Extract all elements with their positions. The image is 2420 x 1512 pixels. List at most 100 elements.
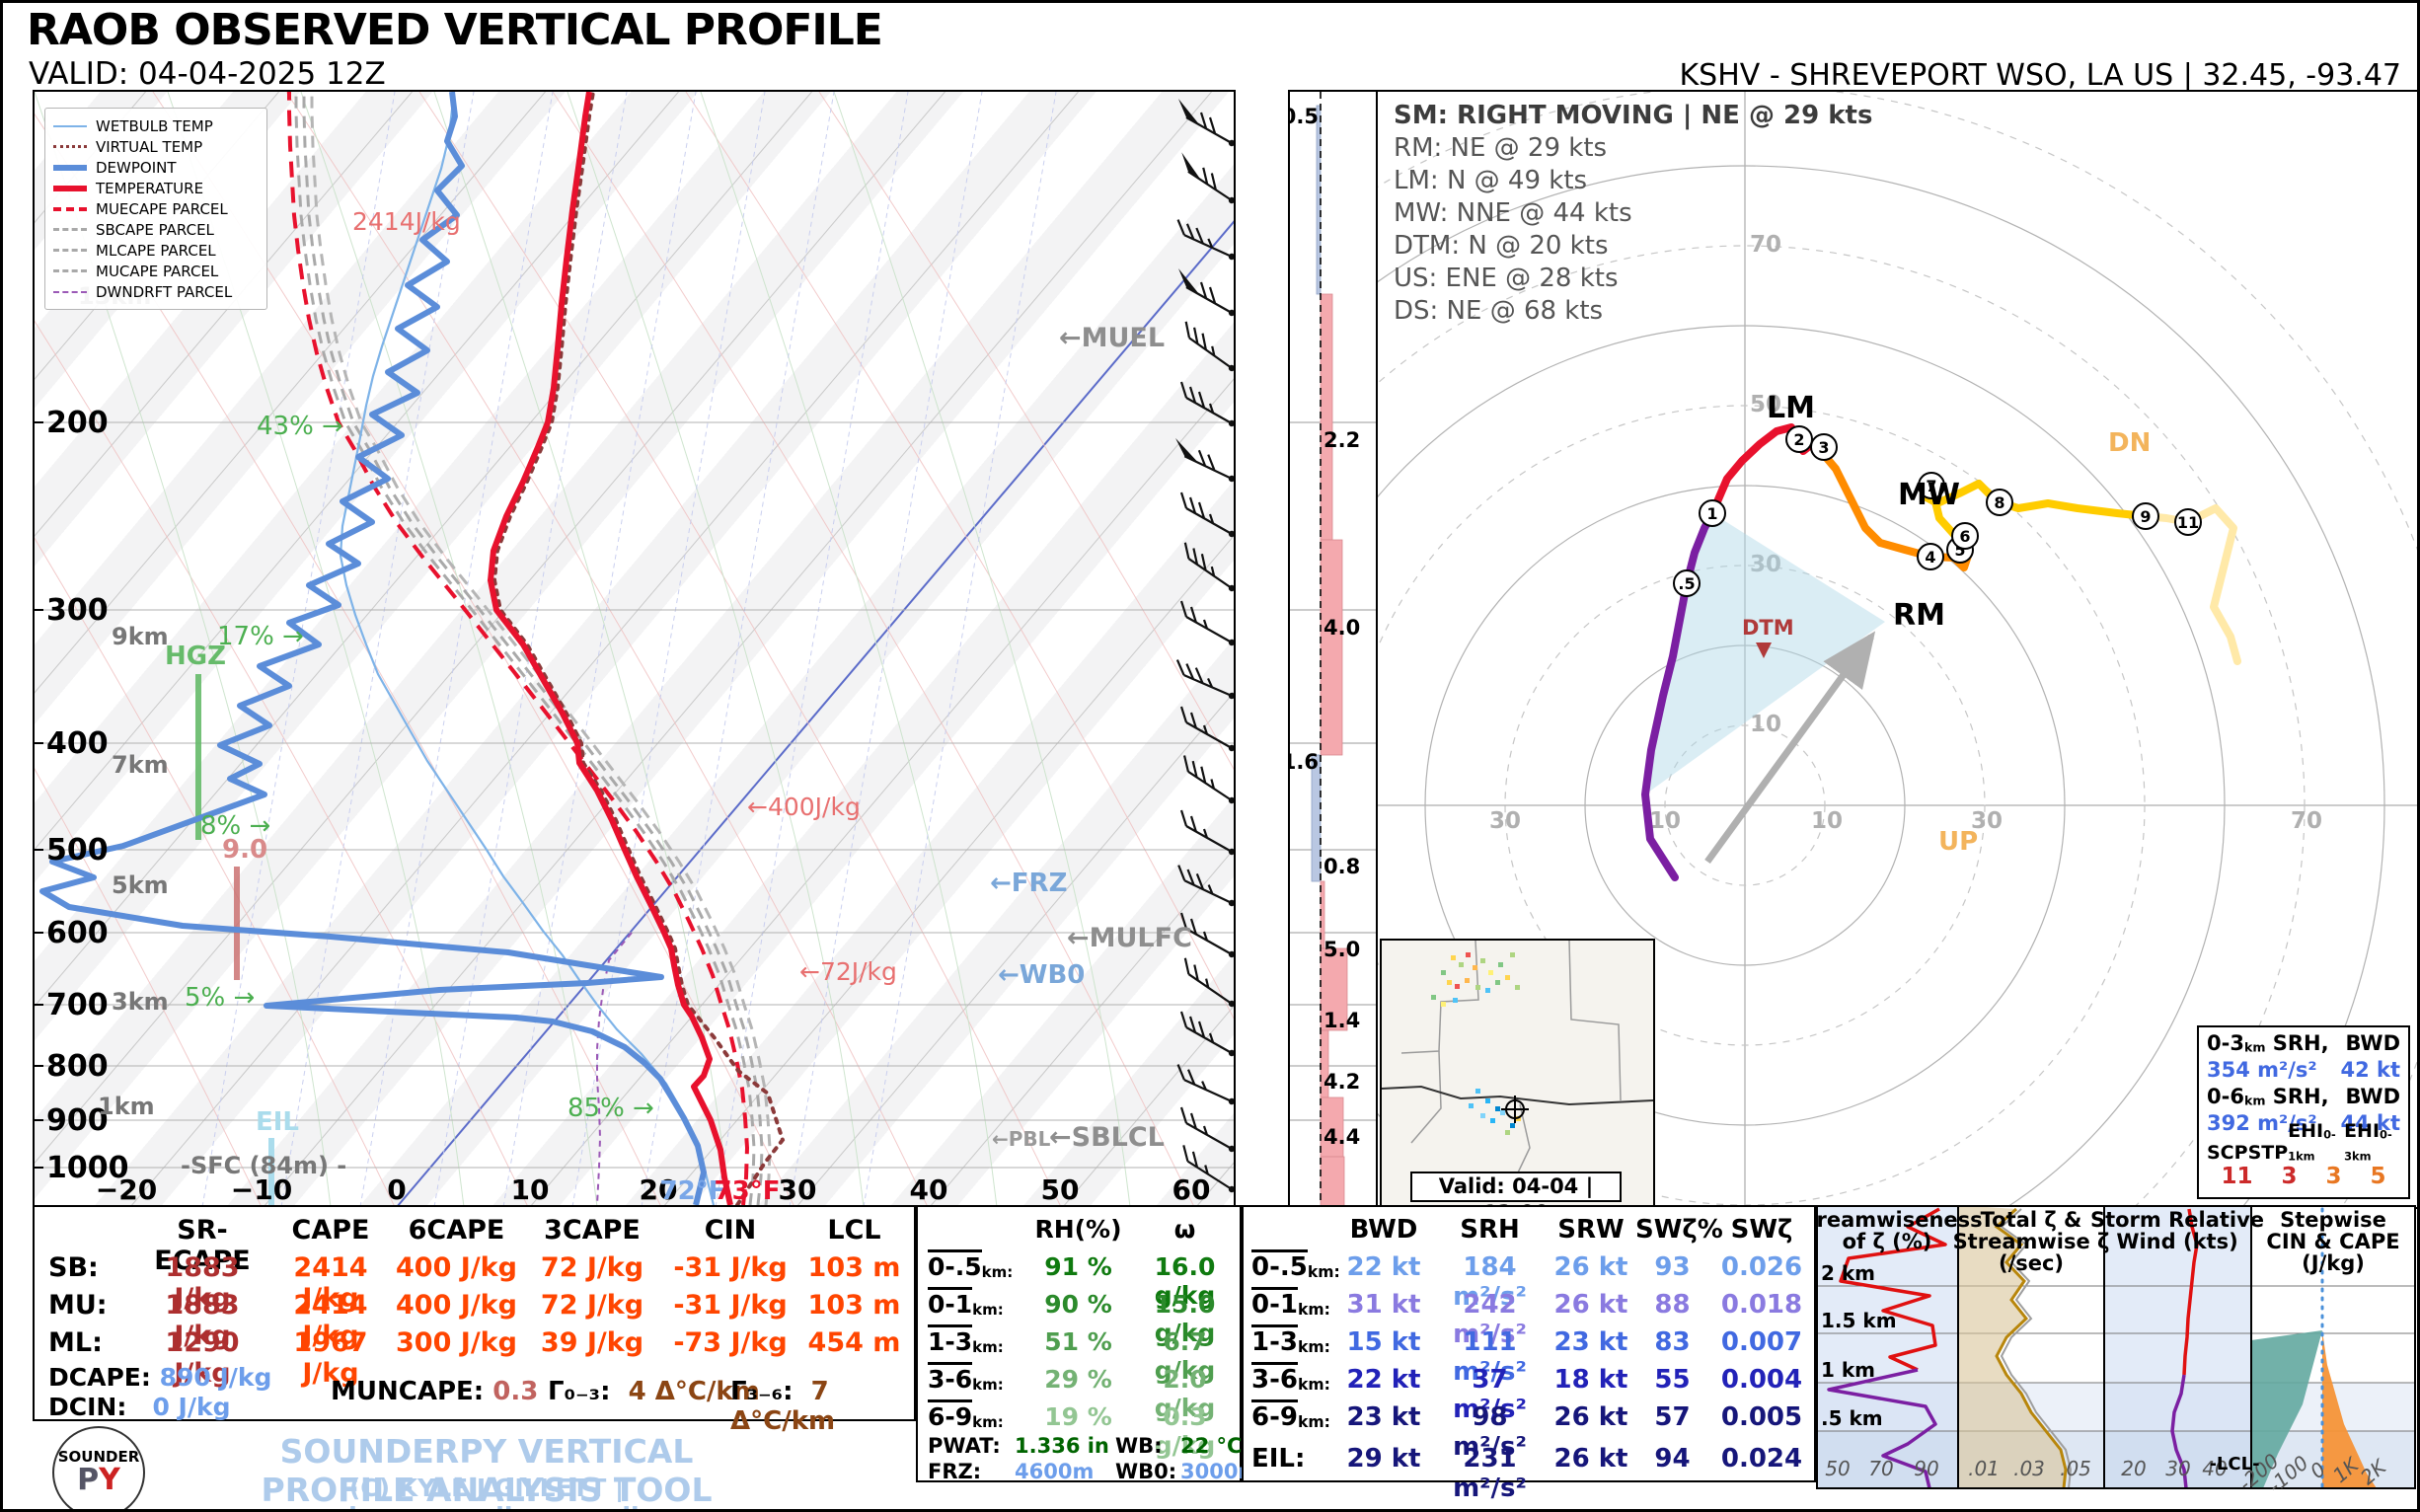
footer-credit: (C) KYLE J GILLETT | sounderpysoundings.… — [272, 1474, 700, 1509]
svg-text:1 km: 1 km — [1821, 1358, 1875, 1382]
svg-text:300: 300 — [46, 593, 109, 628]
hodograph-panel: 10 30 50 70 30 10 10 30 70 .5 1 2 3 4 5 … — [1376, 90, 2417, 1209]
svg-text:4.4: 4.4 — [1323, 1125, 1360, 1149]
legend-item: MUECAPE PARCEL — [53, 198, 259, 219]
svg-text:70: 70 — [1868, 1457, 1893, 1480]
storm-motion-text: SM: RIGHT MOVING | NE @ 29 kts RM: NE @ … — [1394, 101, 1873, 326]
svg-text:(/sec): (/sec) — [1999, 1251, 2064, 1275]
svg-text:CIN & CAPE: CIN & CAPE — [2266, 1230, 2399, 1253]
zero-isotherm — [396, 220, 1234, 1207]
svg-text:1km: 1km — [98, 1093, 155, 1120]
svg-text:5% →: 5% → — [185, 983, 255, 1013]
legend-item: TEMPERATURE — [53, 178, 259, 198]
sounderpy-figure: RAOB OBSERVED VERTICAL PROFILE VALID: 04… — [0, 0, 2420, 1512]
shear-table: BWD SRH SRW SWζ% SWζ 0-.5km: 22 kt 184 m²/s… — [1242, 1205, 1816, 1503]
svg-text:3: 3 — [1818, 438, 1829, 457]
svg-text:←PBL: ←PBL — [992, 1127, 1051, 1151]
mlcape-line-icon — [53, 249, 87, 252]
svg-text:Stepwise: Stepwise — [2280, 1208, 2386, 1232]
svg-text:43% →: 43% → — [257, 412, 343, 441]
muecape-line-icon — [53, 206, 87, 211]
svg-text:←WB0: ←WB0 — [998, 960, 1085, 990]
radar-echoes — [1431, 952, 1521, 1135]
svg-text:1.5 km: 1.5 km — [1821, 1309, 1897, 1332]
lcl-marker-label: -LCL- — [2209, 1454, 2259, 1474]
svg-text:5.0: 5.0 — [1323, 938, 1360, 961]
skewt-panel: 200 300 400 500 600 700 800 900 1000 −20 −10 … — [33, 90, 1236, 1209]
svg-text:5km: 5km — [112, 871, 169, 899]
radar-map-inset: Valid: 04-04 | 12:00 — [1380, 939, 1655, 1207]
svg-text:-SFC (84m) -: -SFC (84m) - — [181, 1152, 346, 1179]
svg-text:.01: .01 — [1968, 1457, 2000, 1480]
cape-labels: 2414J/kg ←400J/kg ←72J/kg — [352, 207, 897, 986]
svg-text:LM: LM — [1767, 391, 1815, 425]
svg-text:2414J/kg: 2414J/kg — [352, 207, 461, 236]
skewt-legend: WETBULB TEMP VIRTUAL TEMP DEWPOINT TEMPE… — [44, 108, 267, 310]
sounderpy-logo: SOUNDER PY — [52, 1426, 145, 1509]
svg-text:←400J/kg: ←400J/kg — [747, 793, 861, 821]
svg-text:40: 40 — [910, 1173, 948, 1206]
legend-item: VIRTUAL TEMP — [53, 136, 259, 157]
svg-text:Wind (kts): Wind (kts) — [2116, 1230, 2237, 1253]
shear-row-eil: EIL: 29 kt 231 m²/s² 26 kt 94 0.024 — [1251, 1444, 1803, 1503]
svg-text:0.8: 0.8 — [1323, 855, 1360, 878]
srh-summary-box: 0-3km SRH, BWD 354 m²/s² 42 kt 0-6km SRH, B… — [2197, 1025, 2410, 1199]
shear-header-row: BWD SRH SRW SWζ% SWζ — [1349, 1215, 1793, 1245]
lapse-label: 9.0 — [222, 835, 267, 865]
svg-text:70: 70 — [2291, 808, 2322, 834]
dcin-row: DCIN: 0 J/kg — [48, 1393, 231, 1421]
legend-item: DEWPOINT — [53, 157, 259, 178]
svg-text:700: 700 — [46, 988, 109, 1022]
svg-text:400: 400 — [46, 726, 109, 761]
hgz-label: HGZ — [165, 642, 226, 671]
wind-barbs — [1173, 97, 1234, 1194]
frz-row: FRZ: 4600m WB0: 3000m — [928, 1460, 1260, 1483]
svg-text:11: 11 — [2177, 513, 2199, 532]
station-info: KSHV - SHREVEPORT WSO, LA US | 32.45, -9… — [1679, 58, 2402, 93]
svg-text:8: 8 — [1994, 493, 2004, 512]
sbcape-line-icon — [53, 228, 87, 231]
svg-text:30: 30 — [779, 1173, 817, 1206]
layer-bars — [1311, 105, 1348, 1207]
dwndrft-line-icon — [53, 290, 87, 293]
lapse-3-6-stat: Γ₃₋₆: 7 Δ°C/km — [730, 1377, 836, 1436]
svg-text:UP: UP — [1938, 827, 1978, 857]
svg-text:MW: MW — [1898, 478, 1960, 512]
svg-text:Storm Relative: Storm Relative — [2090, 1208, 2264, 1232]
svg-text:60: 60 — [1172, 1173, 1211, 1206]
svg-text:of ζ (%): of ζ (%) — [1843, 1230, 1932, 1253]
thermo-table: SR-ECAPE CAPE 6CAPE 3CAPE CIN LCL SB: 1883 … — [33, 1205, 916, 1436]
svg-text:2: 2 — [1793, 430, 1804, 449]
svg-text:85% →: 85% → — [567, 1094, 654, 1123]
rh-table: RH(%) ω 0-.5km: 91 % 16.0 g/kg 0-1km: 90 %… — [916, 1205, 1259, 1483]
page-title: RAOB OBSERVED VERTICAL PROFILE — [27, 5, 883, 55]
dcape-row: DCAPE: 890 J/kg — [48, 1363, 272, 1392]
legend-item: SBCAPE PARCEL — [53, 219, 259, 240]
legend-item: MUCAPE PARCEL — [53, 261, 259, 281]
svg-text:.5: .5 — [1678, 574, 1695, 593]
svg-text:800: 800 — [46, 1049, 109, 1084]
svg-text:0: 0 — [387, 1173, 406, 1206]
svg-text:600: 600 — [46, 916, 109, 950]
svg-text:.03: .03 — [2013, 1457, 2045, 1480]
wetbulb-line-icon — [53, 124, 87, 127]
svg-text:500: 500 — [46, 833, 109, 868]
legend-item: MLCAPE PARCEL — [53, 240, 259, 261]
mini-panels: Streamwisenessof ζ (%) Total ζ &Streamwi… — [1816, 1205, 2416, 1493]
svg-text:←MUEL: ←MUEL — [1059, 323, 1165, 353]
svg-text:50: 50 — [1041, 1173, 1080, 1206]
svg-text:←FRZ: ←FRZ — [990, 869, 1067, 898]
svg-text:DN: DN — [2108, 428, 2151, 458]
svg-text:Streamwise ζ: Streamwise ζ — [1953, 1230, 2110, 1253]
svg-text:4: 4 — [1925, 548, 1935, 567]
svg-text:1.4: 1.4 — [1323, 1009, 1360, 1032]
svg-text:3km: 3km — [112, 988, 169, 1016]
lapse-0-3-stat: Γ₀₋₃: 4 Δ°C/km — [548, 1377, 760, 1406]
svg-text:DTM: DTM — [1742, 616, 1794, 640]
svg-text:←MULFC: ←MULFC — [1067, 923, 1192, 953]
valid-time: VALID: 04-04-2025 12Z — [29, 56, 386, 92]
level-labels: ←MUEL ←FRZ ←MULFC ←WB0 ←PBL ←SBLCL — [990, 323, 1192, 1153]
svg-text:4.2: 4.2 — [1323, 1070, 1360, 1094]
legend-item: WETBULB TEMP — [53, 115, 259, 136]
svg-text:Total ζ &: Total ζ & — [1981, 1208, 2082, 1232]
